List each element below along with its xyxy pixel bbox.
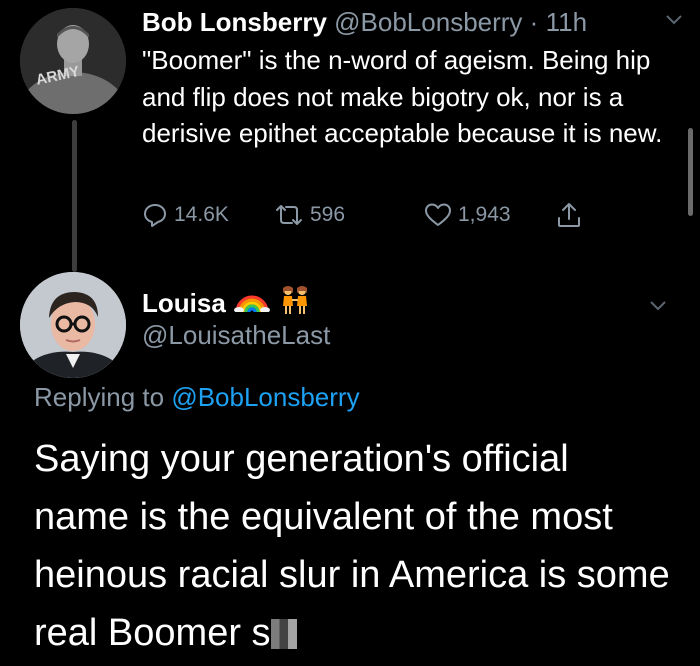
bob-lonsberry-avatar[interactable]: ARMY [20,8,126,114]
louisa-avatar[interactable] [20,272,126,378]
reply-icon [144,204,166,227]
tweet1-author-name[interactable]: Bob Lonsberry [142,7,327,37]
rainbow-icon [233,288,270,319]
chevron-down-icon[interactable] [648,296,668,316]
reply-count: 14.6K [174,203,229,226]
retweet-button[interactable]: 596 [274,200,345,230]
chevron-down-icon[interactable] [664,10,684,30]
replying-to-line: Replying to @BobLonsberry [34,382,360,413]
share-icon [558,203,580,227]
tweet2-text-block: Saying your generation's official name i… [34,430,674,662]
reply-button[interactable]: 14.6K [142,200,229,230]
tweet2-author-name-row[interactable]: Louisa [142,285,312,322]
tweet1-author-handle[interactable]: @BobLonsberry [334,7,522,37]
two-women-holding-hands-icon [278,285,312,322]
tweet1-separator: · [529,7,539,37]
retweet-icon [276,205,302,225]
tweet2-author-handle[interactable]: @LouisatheLast [142,320,330,351]
thread-connector-line [72,120,77,272]
heart-icon [425,203,451,226]
retweet-count: 596 [310,203,346,226]
share-button[interactable] [556,200,588,230]
tweet2-text: Saying your generation's official name i… [34,438,670,654]
tweet1-action-bar: 14.6K 596 1,943 [142,200,622,230]
tweet-thread-view: ARMY Bob Lonsberry @BobLonsberry · 11h "… [0,0,700,666]
replying-to-mention[interactable]: @BobLonsberry [171,382,359,412]
like-button[interactable]: 1,943 [424,200,511,230]
scrollbar[interactable] [688,128,693,216]
replying-to-prefix: Replying to [34,382,165,412]
tweet2-author-name: Louisa [142,288,226,318]
tweet1-text: "Boomer" is the n-word of ageism. Being … [142,45,663,148]
like-count: 1,943 [458,203,511,226]
censor-blur [270,619,297,649]
tweet1-header: Bob Lonsberry @BobLonsberry · 11h [142,7,587,38]
tweet1-timestamp[interactable]: 11h [546,7,587,37]
